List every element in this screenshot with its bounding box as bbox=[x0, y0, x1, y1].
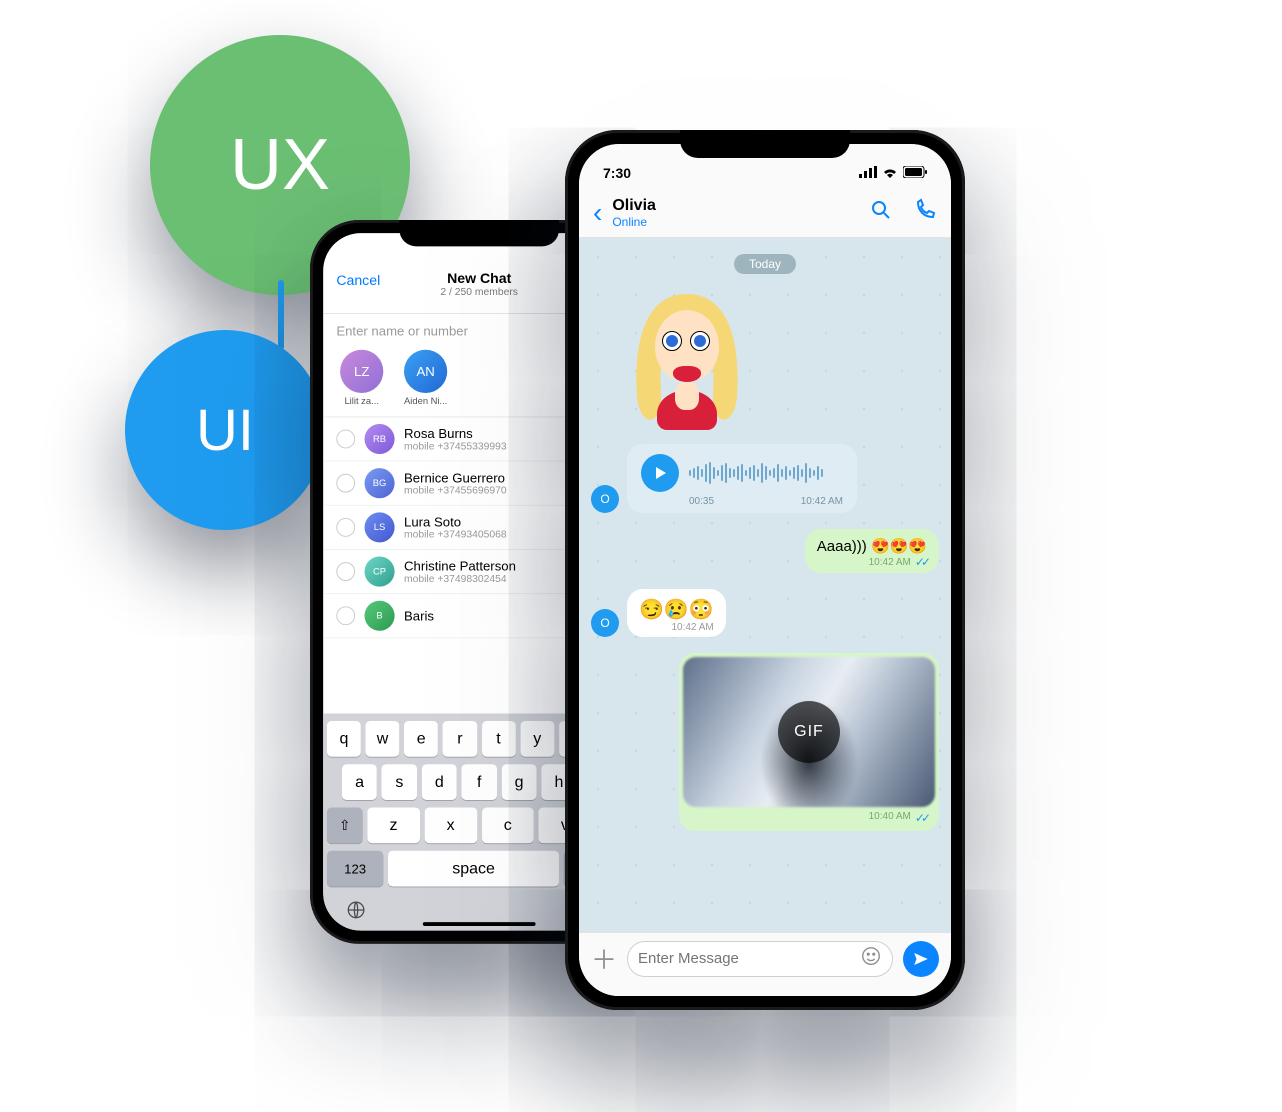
msg-text: Aaaa))) bbox=[817, 538, 867, 555]
chat-header: ‹ Olivia Online bbox=[579, 188, 951, 238]
contact-name: Christine Patterson bbox=[404, 558, 516, 573]
contact-phone: mobile +37498302454 bbox=[404, 573, 516, 584]
waveform[interactable] bbox=[689, 461, 843, 485]
contact-name: Rosa Burns bbox=[404, 426, 507, 441]
cancel-button[interactable]: Cancel bbox=[336, 273, 380, 289]
notch bbox=[680, 130, 850, 158]
play-button[interactable] bbox=[641, 454, 679, 492]
key-x[interactable]: x bbox=[424, 808, 476, 844]
key-shift[interactable]: ⇧ bbox=[327, 808, 363, 844]
key-f[interactable]: f bbox=[462, 764, 497, 800]
contact-avatar: LS bbox=[365, 512, 395, 542]
chip-avatar: AN bbox=[404, 350, 447, 393]
message-voice: O 00:35 10:42 AM bbox=[591, 444, 939, 513]
contact-avatar: BG bbox=[365, 468, 395, 498]
chat-body[interactable]: Today O bbox=[579, 238, 951, 932]
message-input[interactable] bbox=[638, 950, 860, 967]
text-bubble[interactable]: 😏😢😳 10:42 AM bbox=[627, 589, 726, 637]
text-bubble[interactable]: Aaaa))) 😍😍😍 10:42 AM ✓✓ bbox=[805, 529, 939, 573]
chip-avatar: LZ bbox=[340, 350, 383, 393]
day-separator: Today bbox=[734, 254, 796, 274]
key-y[interactable]: y bbox=[520, 721, 554, 757]
message-field[interactable] bbox=[627, 941, 893, 977]
chat-status: Online bbox=[612, 215, 656, 229]
attach-button[interactable]: ＋ bbox=[591, 940, 617, 977]
chat-name[interactable]: Olivia bbox=[612, 197, 656, 215]
key-space[interactable]: space bbox=[388, 851, 559, 887]
key-a[interactable]: a bbox=[342, 764, 377, 800]
badge-connector bbox=[278, 280, 284, 350]
select-radio[interactable] bbox=[336, 562, 355, 581]
notch bbox=[399, 220, 559, 246]
selected-chip[interactable]: LZ Lilit za... bbox=[340, 350, 383, 407]
ui-badge: UI bbox=[125, 330, 325, 530]
ui-label: UI bbox=[196, 397, 254, 464]
msg-time: 10:42 AM bbox=[869, 557, 911, 568]
read-ticks-icon: ✓✓ bbox=[915, 811, 927, 825]
signal-icon bbox=[859, 165, 877, 181]
contact-name: Baris bbox=[404, 608, 434, 623]
key-g[interactable]: g bbox=[501, 764, 536, 800]
contact-name: Bernice Guerrero bbox=[404, 470, 507, 485]
key-d[interactable]: d bbox=[422, 764, 457, 800]
msg-emoji: 😍😍😍 bbox=[871, 537, 927, 555]
contact-phone: mobile +37455696970 bbox=[404, 485, 507, 496]
contact-name: Lura Soto bbox=[404, 514, 507, 529]
message-in-emoji: O 😏😢😳 10:42 AM bbox=[591, 589, 939, 637]
key-z[interactable]: z bbox=[367, 808, 419, 844]
contact-avatar: CP bbox=[365, 557, 395, 587]
key-e[interactable]: e bbox=[404, 721, 438, 757]
emoji-button[interactable] bbox=[860, 945, 882, 972]
back-button[interactable]: ‹ bbox=[593, 199, 602, 227]
key-c[interactable]: c bbox=[482, 808, 534, 844]
voice-bubble[interactable]: 00:35 10:42 AM bbox=[627, 444, 857, 513]
selected-chip[interactable]: AN Aiden Ni... bbox=[404, 350, 447, 407]
select-radio[interactable] bbox=[336, 518, 355, 537]
chip-name: Aiden Ni... bbox=[404, 397, 447, 407]
key-t[interactable]: t bbox=[482, 721, 516, 757]
contact-avatar: B bbox=[365, 601, 395, 631]
select-radio[interactable] bbox=[336, 430, 355, 449]
wifi-icon bbox=[882, 165, 898, 181]
message-sticker bbox=[591, 288, 939, 428]
voice-time: 10:42 AM bbox=[801, 496, 843, 507]
key-q[interactable]: q bbox=[327, 721, 361, 757]
home-indicator bbox=[423, 922, 536, 926]
msg-time: 10:40 AM bbox=[869, 811, 911, 825]
select-radio[interactable] bbox=[336, 606, 355, 625]
msg-emoji: 😏😢😳 bbox=[639, 597, 714, 622]
voice-duration: 00:35 bbox=[689, 496, 714, 507]
key-r[interactable]: r bbox=[443, 721, 477, 757]
chip-name: Lilit za... bbox=[340, 397, 383, 407]
message-composer: ＋ bbox=[579, 932, 951, 996]
message-gif: GIF 10:40 AM ✓✓ bbox=[591, 653, 939, 831]
key-123[interactable]: 123 bbox=[327, 851, 383, 887]
select-radio[interactable] bbox=[336, 474, 355, 493]
contact-phone: mobile +37493405068 bbox=[404, 529, 507, 540]
sender-avatar[interactable]: O bbox=[591, 485, 619, 513]
read-ticks-icon: ✓✓ bbox=[915, 555, 927, 569]
ux-label: UX bbox=[230, 124, 330, 206]
search-icon[interactable] bbox=[869, 198, 893, 227]
msg-time: 10:42 AM bbox=[639, 622, 714, 633]
call-icon[interactable] bbox=[913, 198, 937, 227]
phone-chat: 7:30 ‹ Olivia Online Today bbox=[565, 130, 965, 1010]
status-time: 7:30 bbox=[603, 165, 631, 181]
message-out-text: Aaaa))) 😍😍😍 10:42 AM ✓✓ bbox=[591, 529, 939, 573]
sender-avatar[interactable]: O bbox=[591, 609, 619, 637]
sticker-image[interactable] bbox=[627, 288, 747, 428]
key-s[interactable]: s bbox=[382, 764, 417, 800]
contact-phone: mobile +37455339993 bbox=[404, 441, 507, 452]
key-w[interactable]: w bbox=[366, 721, 400, 757]
gif-bubble[interactable]: GIF 10:40 AM ✓✓ bbox=[679, 653, 939, 831]
contact-avatar: RB bbox=[365, 424, 395, 454]
gif-badge: GIF bbox=[778, 701, 840, 763]
send-button[interactable] bbox=[903, 941, 939, 977]
battery-icon bbox=[903, 165, 927, 181]
globe-icon[interactable] bbox=[346, 900, 367, 925]
